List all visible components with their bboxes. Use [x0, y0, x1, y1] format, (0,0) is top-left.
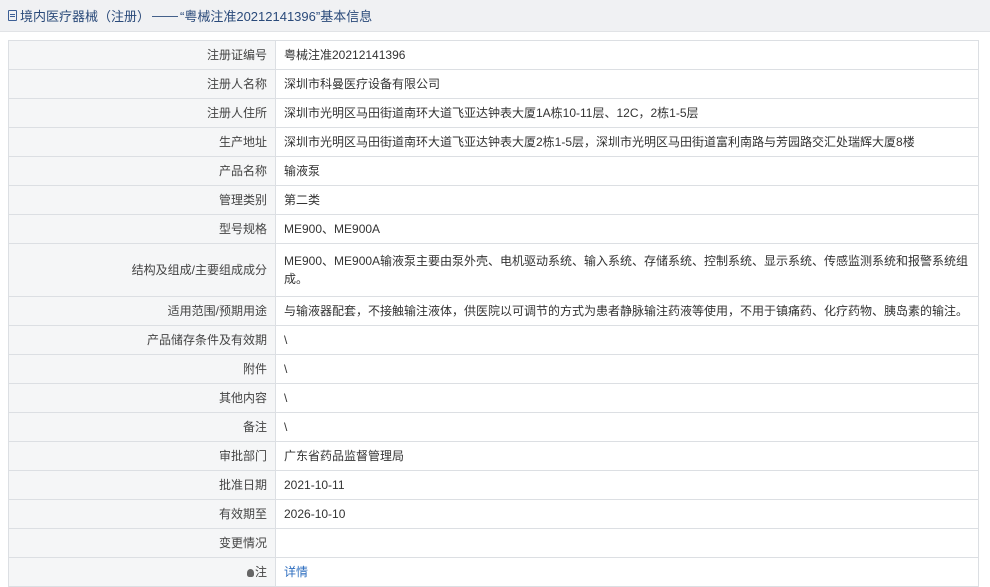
row-label: 生产地址: [8, 127, 276, 157]
row-label: 注册人名称: [8, 69, 276, 99]
row-value: 粤械注准20212141396: [275, 40, 979, 70]
row-value: \: [275, 354, 979, 384]
row-label: 管理类别: [8, 185, 276, 215]
row-label: 注册人住所: [8, 98, 276, 128]
table-row: 注册证编号 粤械注准20212141396: [8, 40, 979, 70]
table-row: 管理类别 第二类: [8, 185, 979, 215]
row-label: 审批部门: [8, 441, 276, 471]
row-value: 与输液器配套，不接触输注液体，供医院以可调节的方式为患者静脉输注药液等使用，不用…: [275, 296, 979, 326]
table-row: 批准日期 2021-10-11: [8, 470, 979, 500]
row-value: 深圳市光明区马田街道南环大道飞亚达钟表大厦1A栋10-11层、12C，2栋1-5…: [275, 98, 979, 128]
table-row: 变更情况: [8, 528, 979, 558]
row-label: 批准日期: [8, 470, 276, 500]
row-value: 广东省药品监督管理局: [275, 441, 979, 471]
row-label: 适用范围/预期用途: [8, 296, 276, 326]
row-label: 注册证编号: [8, 40, 276, 70]
info-table-container: 注册证编号 粤械注准20212141396 注册人名称 深圳市科曼医疗设备有限公司 …: [8, 40, 979, 587]
row-label: 产品名称: [8, 156, 276, 186]
row-value: ME900、ME900A输液泵主要由泵外壳、电机驱动系统、输入系统、存储系统、控…: [275, 243, 979, 297]
row-label-note: 注: [8, 557, 276, 587]
table-row: 注 详情: [8, 557, 979, 587]
table-row: 注册人住所 深圳市光明区马田街道南环大道飞亚达钟表大厦1A栋10-11层、12C，…: [8, 98, 979, 128]
row-label: 变更情况: [8, 528, 276, 558]
row-value: 第二类: [275, 185, 979, 215]
table-row: 适用范围/预期用途 与输液器配套，不接触输注液体，供医院以可调节的方式为患者静脉输…: [8, 296, 979, 326]
lightbulb-icon: [246, 569, 254, 577]
page-header: 境内医疗器械（注册） —— “粤械注准20212141396”基本信息: [0, 0, 990, 32]
row-value: [275, 528, 979, 558]
table-row: 有效期至 2026-10-10: [8, 499, 979, 529]
table-row: 备注 \: [8, 412, 979, 442]
header-separator: ——: [152, 8, 179, 23]
header-section: 境内医疗器械（注册）: [20, 9, 151, 24]
table-row: 结构及组成/主要组成成分 ME900、ME900A输液泵主要由泵外壳、电机驱动系统…: [8, 243, 979, 297]
table-row: 审批部门 广东省药品监督管理局: [8, 441, 979, 471]
row-value: \: [275, 412, 979, 442]
table-row: 型号规格 ME900、ME900A: [8, 214, 979, 244]
table-row: 生产地址 深圳市光明区马田街道南环大道飞亚达钟表大厦2栋1-5层，深圳市光明区马田…: [8, 127, 979, 157]
info-table: 注册证编号 粤械注准20212141396 注册人名称 深圳市科曼医疗设备有限公司 …: [8, 40, 979, 587]
row-value: ME900、ME900A: [275, 214, 979, 244]
table-row: 其他内容 \: [8, 383, 979, 413]
document-icon: [8, 10, 17, 21]
row-value-note: 详情: [275, 557, 979, 587]
row-value: 深圳市科曼医疗设备有限公司: [275, 69, 979, 99]
row-label: 型号规格: [8, 214, 276, 244]
header-record-title: “粤械注准20212141396”基本信息: [180, 9, 373, 24]
table-row: 附件 \: [8, 354, 979, 384]
row-label: 产品储存条件及有效期: [8, 325, 276, 355]
row-label: 附件: [8, 354, 276, 384]
row-label: 有效期至: [8, 499, 276, 529]
row-value: \: [275, 325, 979, 355]
table-row: 产品名称 输液泵: [8, 156, 979, 186]
row-value: 深圳市光明区马田街道南环大道飞亚达钟表大厦2栋1-5层，深圳市光明区马田街道富利…: [275, 127, 979, 157]
row-value: 2021-10-11: [275, 470, 979, 500]
details-link[interactable]: 详情: [284, 565, 308, 579]
table-row: 产品储存条件及有效期 \: [8, 325, 979, 355]
row-label: 其他内容: [8, 383, 276, 413]
row-value: 2026-10-10: [275, 499, 979, 529]
row-label: 备注: [8, 412, 276, 442]
note-label: 注: [254, 565, 267, 579]
table-row: 注册人名称 深圳市科曼医疗设备有限公司: [8, 69, 979, 99]
row-value: \: [275, 383, 979, 413]
row-value: 输液泵: [275, 156, 979, 186]
row-label: 结构及组成/主要组成成分: [8, 243, 276, 297]
